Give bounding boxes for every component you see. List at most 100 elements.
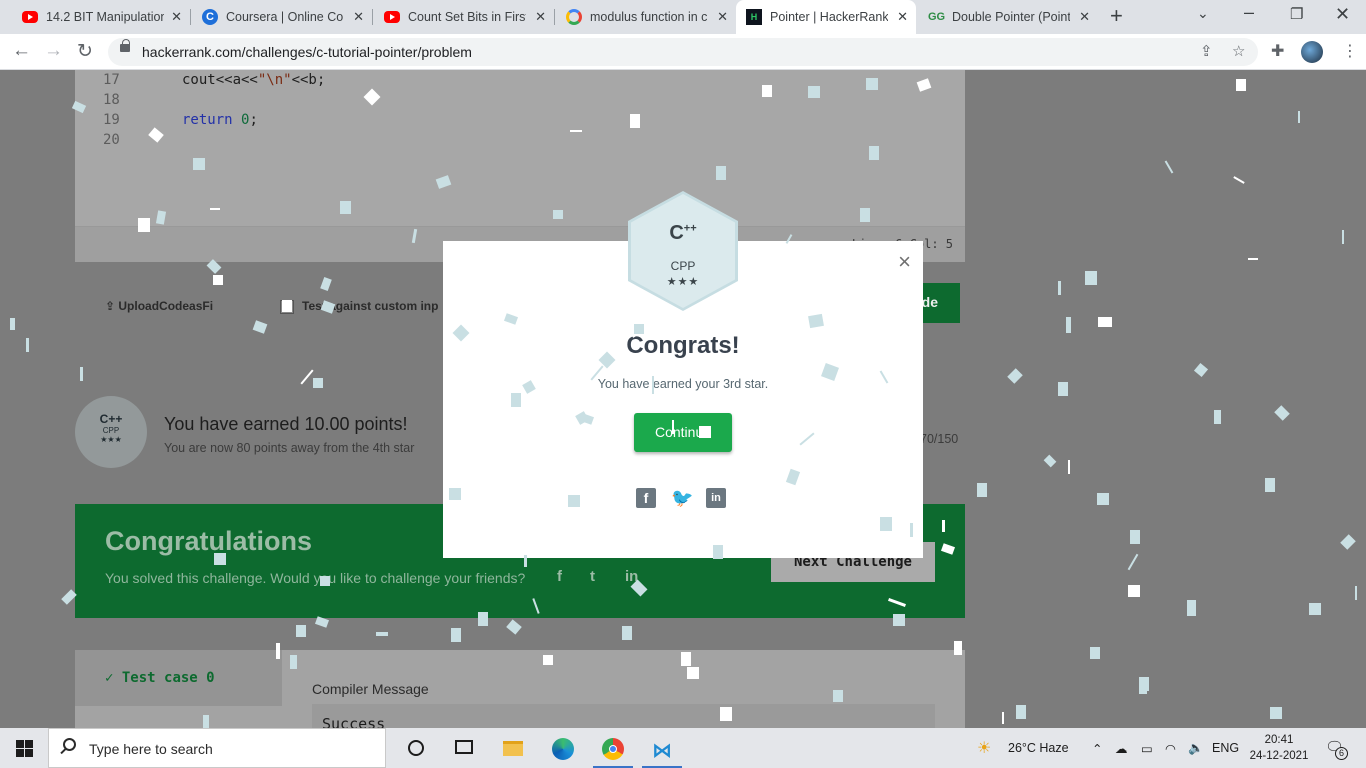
tab-count-set-bits[interactable]: Count Set Bits in First ✕ [374, 0, 554, 34]
forward-icon[interactable]: → [44, 40, 63, 62]
confetti-piece [942, 520, 945, 532]
geeksforgeeks-icon: GG [928, 11, 946, 23]
twitter-icon[interactable]: t [590, 568, 595, 585]
task-view-icon[interactable] [440, 728, 488, 768]
tab-pointer-hackerrank[interactable]: H Pointer | HackerRank ✕ [736, 0, 916, 34]
close-tab-icon[interactable]: ✕ [353, 9, 364, 25]
confetti-piece [954, 641, 962, 655]
tab-coursera[interactable]: C Coursera | Online Cou ✕ [192, 0, 372, 34]
close-tab-icon[interactable]: ✕ [1079, 9, 1090, 25]
badge-lang-sup: ++ [683, 222, 697, 235]
wifi-icon[interactable]: ◠ [1165, 741, 1176, 756]
confetti-piece [340, 201, 351, 214]
confetti-piece [80, 367, 83, 381]
chrome-icon[interactable] [589, 728, 637, 768]
confetti-piece [977, 483, 987, 497]
new-tab-icon[interactable]: + [1110, 3, 1123, 29]
taskbar-search-box[interactable]: Type here to search [48, 728, 386, 768]
windows-start-icon[interactable] [16, 740, 33, 757]
weather-icon[interactable]: ☀ [977, 738, 991, 758]
congratulations-title: Congratulations [105, 526, 312, 556]
url-text[interactable]: hackerrank.com/challenges/c-tutorial-poi… [142, 44, 472, 60]
profile-avatar[interactable] [1301, 41, 1323, 63]
address-bar[interactable]: hackerrank.com/challenges/c-tutorial-poi… [108, 38, 1258, 66]
close-tab-icon[interactable]: ✕ [717, 9, 728, 25]
confetti-piece [1342, 230, 1344, 244]
facebook-icon[interactable]: f [636, 488, 656, 508]
bookmark-star-icon[interactable]: ☆ [1232, 42, 1245, 60]
windows-taskbar: Type here to search ⋈ ☀ 26°C Haze ⌃ ☁ ▭ … [0, 728, 1366, 768]
tab-double-pointer[interactable]: GG Double Pointer (Pointe ✕ [918, 0, 1098, 34]
custom-input-checkbox[interactable]: Test against custom inp [280, 299, 438, 314]
browser-toolbar: ← → ↻ hackerrank.com/challenges/c-tutori… [0, 34, 1366, 70]
confetti-piece [869, 146, 879, 160]
compiler-message-value: Success [322, 715, 386, 728]
confetti-piece [376, 632, 388, 636]
language-indicator[interactable]: ENG [1212, 741, 1239, 755]
extensions-icon[interactable]: ✚ [1271, 41, 1284, 61]
restore-icon[interactable]: ❐ [1290, 5, 1303, 23]
tab-bit-manipulation[interactable]: 14.2 BIT Manipulation ✕ [12, 0, 190, 34]
cortana-icon[interactable] [392, 728, 440, 768]
badge-avatar: C++ CPP ★★★ [75, 396, 147, 468]
close-tab-icon[interactable]: ✕ [535, 9, 546, 25]
file-explorer-icon[interactable] [489, 728, 537, 768]
confetti-piece [910, 523, 913, 537]
confetti-piece [1085, 271, 1097, 285]
code-editor[interactable]: 17 cout<<a<<"\n"<<b; 18 19 return 0; 20 … [75, 70, 965, 262]
taskbar-clock[interactable]: 20:41 24-12-2021 [1248, 732, 1310, 764]
confetti-piece [713, 545, 723, 559]
back-icon[interactable]: ← [12, 40, 31, 62]
menu-icon[interactable]: ⋮ [1342, 41, 1358, 61]
confetti-piece [716, 166, 726, 180]
confetti-piece [1248, 258, 1258, 260]
tab-title: modulus function in c [590, 10, 708, 24]
confetti-piece [1130, 530, 1140, 544]
confetti-piece [213, 275, 223, 285]
modal-title: Congrats! [626, 332, 740, 359]
close-tab-icon[interactable]: ✕ [171, 9, 182, 25]
confetti-piece [214, 553, 226, 565]
twitter-icon[interactable]: 🐦 [671, 488, 693, 508]
minimize-icon[interactable]: – [1244, 2, 1254, 23]
notification-count-badge: 6 [1335, 747, 1348, 760]
onedrive-icon[interactable]: ☁ [1115, 741, 1128, 756]
confetti-piece [720, 707, 732, 721]
confetti-piece [1309, 603, 1321, 615]
tab-search-icon[interactable]: ⌄ [1197, 5, 1209, 22]
share-icon[interactable]: ⇪ [1200, 42, 1213, 60]
modal-message: You have earned your 3rd star. [597, 377, 769, 391]
continue-button[interactable]: Continue [634, 413, 732, 452]
vscode-icon[interactable]: ⋈ [638, 728, 686, 768]
facebook-icon[interactable]: f [557, 568, 562, 585]
close-tab-icon[interactable]: ✕ [897, 9, 908, 25]
battery-icon[interactable]: ▭ [1141, 741, 1153, 756]
tab-modulus-function[interactable]: modulus function in c ✕ [556, 0, 736, 34]
test-case-tab[interactable]: ✓ Test case 0 [75, 650, 282, 706]
confetti-piece [808, 313, 824, 329]
lock-icon[interactable] [120, 39, 130, 52]
tab-title: Double Pointer (Pointe [952, 10, 1070, 24]
confetti-piece [1298, 111, 1300, 123]
edge-icon[interactable] [539, 728, 587, 768]
close-icon[interactable]: × [898, 249, 911, 275]
confetti-piece [1270, 707, 1282, 719]
tab-title: Pointer | HackerRank [770, 10, 888, 24]
confetti-piece [1139, 680, 1147, 694]
linkedin-icon[interactable]: in [706, 488, 726, 508]
confetti-piece [1187, 600, 1196, 616]
confetti-piece [880, 517, 892, 531]
tab-title: Count Set Bits in First [408, 10, 526, 24]
confetti-piece [138, 218, 150, 232]
confetti-piece [1016, 705, 1026, 719]
confetti-piece [1097, 493, 1109, 505]
close-window-icon[interactable]: ✕ [1335, 4, 1350, 25]
chevron-up-icon[interactable]: ⌃ [1092, 741, 1102, 756]
upload-code-link[interactable]: ⇪ UploadCodeasFi [105, 299, 213, 313]
reload-icon[interactable]: ↻ [77, 40, 93, 63]
confetti-piece [511, 393, 521, 407]
volume-icon[interactable]: 🔈 [1188, 741, 1204, 756]
weather-text[interactable]: 26°C Haze [1008, 741, 1069, 755]
confetti-piece [860, 208, 870, 222]
badge-stars: ★★★ [100, 435, 122, 444]
